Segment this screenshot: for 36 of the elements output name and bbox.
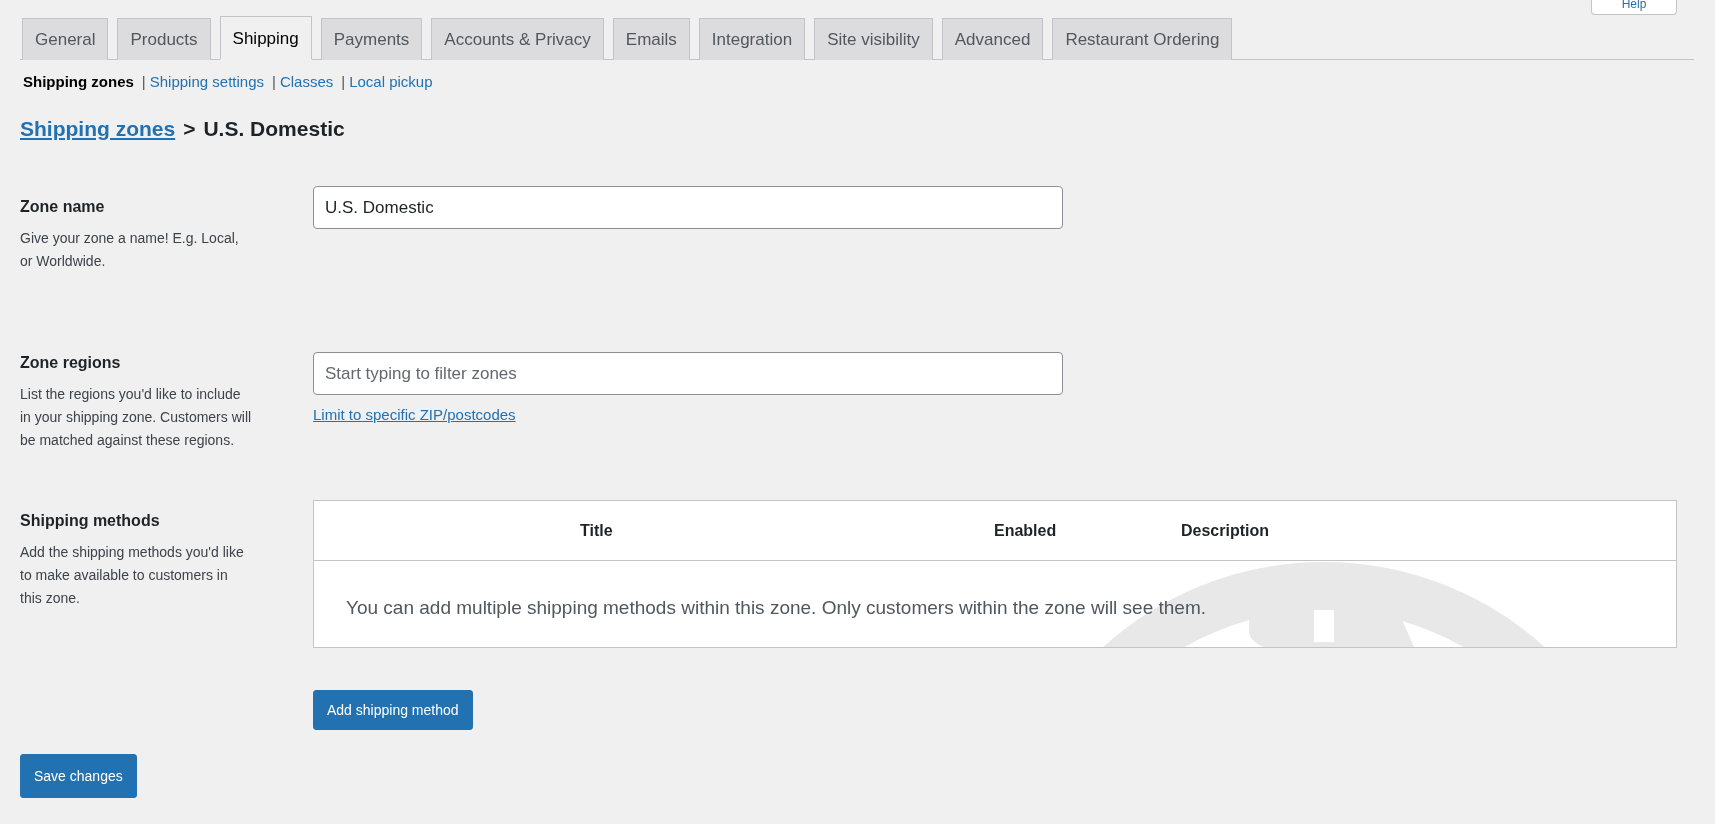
field-label: Zone name xyxy=(20,198,105,216)
column-header: Title xyxy=(580,521,614,540)
tab[interactable]: Advanced xyxy=(941,18,1044,60)
separator: | xyxy=(141,73,146,90)
separator: | xyxy=(272,73,276,90)
tab[interactable]: Emails xyxy=(612,18,690,60)
tab[interactable]: Products xyxy=(117,18,211,60)
subnav-link[interactable]: Shipping zones xyxy=(23,73,134,90)
tab[interactable]: General xyxy=(22,18,109,60)
field-label: Shipping methods xyxy=(20,512,160,530)
subnav-link[interactable]: Shipping settings xyxy=(149,73,264,90)
breadcrumb-separator: > xyxy=(183,117,196,141)
input-field[interactable]: U.S. Domestic xyxy=(313,186,1063,229)
help-button[interactable]: Help xyxy=(1591,0,1677,15)
breadcrumb-link[interactable]: Shipping zones xyxy=(20,117,176,141)
tab[interactable]: Shipping xyxy=(219,16,312,60)
column-header: Enabled xyxy=(994,521,1058,540)
empty-message: You can add multiple shipping methods within this zone. Only customers within the zone will see them. xyxy=(346,597,1207,619)
field-description: Add the shipping methods you'd like to make available to customers in this zone. xyxy=(20,543,245,608)
search-field[interactable]: Start typing to filter zones xyxy=(313,352,1063,395)
postcode-link[interactable]: Limit to specific ZIP/postcodes xyxy=(313,406,516,423)
field-description: Give your zone a name! E.g. Local, or Worldwide. xyxy=(20,229,240,271)
save-button[interactable]: Save changes xyxy=(20,754,137,798)
tab[interactable]: Site visibility xyxy=(814,18,933,60)
tab[interactable]: Accounts & Privacy xyxy=(431,18,604,60)
subnav-link[interactable]: Classes xyxy=(279,73,334,90)
page-title: U.S. Domestic xyxy=(203,117,345,141)
tab[interactable]: Integration xyxy=(698,18,806,60)
tab[interactable]: Payments xyxy=(320,18,423,60)
tab[interactable]: Restaurant Ordering xyxy=(1052,18,1233,60)
field-description: List the regions you'd like to include in your shipping zone. Customers will be matched against these regions. xyxy=(20,385,252,450)
column-header: Description xyxy=(1181,521,1269,540)
field-label: Zone regions xyxy=(20,354,121,372)
subnav-link[interactable]: Local pickup xyxy=(349,73,433,90)
add-shipping-method-button[interactable]: Add shipping method xyxy=(313,690,473,730)
separator: | xyxy=(341,73,346,90)
